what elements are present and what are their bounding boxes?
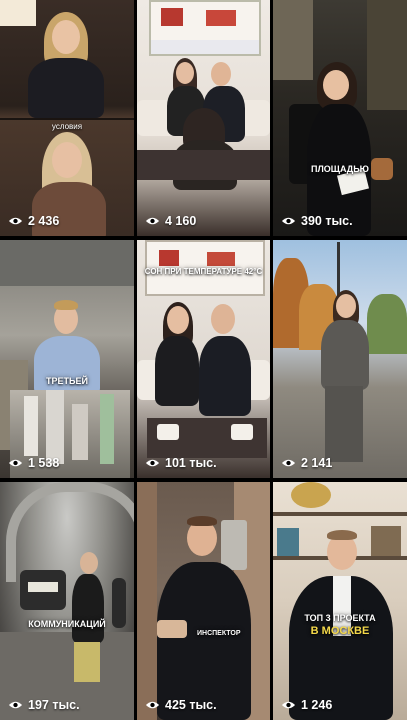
jacket (157, 562, 251, 720)
door-frame (137, 482, 157, 720)
jacket (321, 320, 369, 390)
reel-thumbnail (0, 482, 134, 720)
overlay-text: условия (51, 122, 83, 131)
table (137, 150, 270, 180)
reel-thumbnail (0, 0, 134, 236)
caption: сон при температуре 42°C (144, 267, 263, 276)
eye-icon (145, 701, 160, 709)
view-count: 101 тыс. (145, 456, 217, 470)
reel-tile-5[interactable]: сон при температуре 42°C 101 тыс. (137, 240, 270, 478)
reel-tile-6[interactable]: 2 141 (273, 240, 407, 478)
hair (187, 516, 217, 526)
reel-tile-1[interactable]: условия 2 436 (0, 0, 134, 236)
view-count: 1 538 (8, 456, 59, 470)
face (211, 304, 235, 334)
vaulted-ceiling (6, 482, 134, 582)
face (323, 70, 349, 100)
shirt (34, 336, 100, 396)
face (176, 62, 194, 84)
caption: третьей (46, 376, 88, 386)
jacket (199, 336, 251, 416)
reel-tile-2[interactable]: 4 160 (137, 0, 270, 236)
eye-icon (281, 459, 296, 467)
view-count: 4 160 (145, 214, 196, 228)
caption: коммуникаций (28, 619, 106, 629)
view-count-label: 1 246 (301, 698, 333, 712)
view-count: 2 141 (281, 456, 332, 470)
decor-plate (291, 482, 331, 508)
building (273, 0, 313, 80)
reel-thumbnail (137, 482, 270, 720)
caption-accent: в москве (310, 624, 370, 637)
reel-tile-9[interactable]: топ 3 проекта в москве 1 246 (273, 482, 407, 720)
caption: инспектор (197, 630, 241, 637)
view-count-label: 101 тыс. (165, 456, 217, 470)
face (52, 142, 82, 178)
metro-train (20, 570, 66, 610)
boiler (221, 520, 247, 570)
vase (371, 526, 401, 556)
view-count-label: 2 141 (301, 456, 333, 470)
eye-icon (281, 217, 296, 225)
trousers (74, 642, 100, 682)
face (52, 20, 80, 54)
frame-divider (0, 118, 134, 120)
coat (72, 574, 104, 644)
caption-block: топ 3 проекта в москве (273, 613, 407, 637)
face (211, 62, 231, 86)
face (336, 294, 356, 318)
reel-tile-4[interactable]: третьей 1 538 (0, 240, 134, 478)
jacket (28, 58, 104, 118)
view-count: 390 тыс. (281, 214, 353, 228)
lamp-light (0, 0, 36, 26)
hair (327, 530, 357, 540)
reel-thumbnail (137, 0, 270, 236)
ceiling (0, 240, 134, 286)
reel-thumbnail (0, 240, 134, 478)
view-count-label: 390 тыс. (301, 214, 353, 228)
trousers (325, 386, 363, 462)
eye-icon (281, 701, 296, 709)
view-count: 425 тыс. (145, 698, 217, 712)
eye-icon (8, 217, 23, 225)
view-count-label: 425 тыс. (165, 698, 217, 712)
reel-tile-8[interactable]: инспектор 425 тыс. (137, 482, 270, 720)
book (277, 528, 299, 556)
tree (367, 294, 407, 354)
eye-icon (8, 459, 23, 467)
view-count: 2 436 (8, 214, 59, 228)
reel-tile-3[interactable]: площадью 390 тыс. (273, 0, 407, 236)
hands (157, 620, 187, 638)
view-count-label: 1 538 (28, 456, 60, 470)
coffee-table (147, 418, 267, 458)
face (167, 306, 189, 334)
view-count: 1 246 (281, 698, 332, 712)
shelf (273, 512, 407, 516)
face (80, 552, 98, 574)
view-count-label: 197 тыс. (28, 698, 80, 712)
wall-painting (149, 0, 261, 56)
caption: топ 3 проекта (304, 613, 376, 623)
reel-thumbnail (273, 482, 407, 720)
view-count-label: 2 436 (28, 214, 60, 228)
view-count-label: 4 160 (165, 214, 197, 228)
reel-thumbnail (273, 0, 407, 236)
jacket (155, 336, 199, 406)
reel-thumbnail (273, 240, 407, 478)
caption: площадью (311, 164, 369, 174)
reels-grid: условия 2 436 4 160 ПЛОЩАДЬЮ 390 тыс. ТР… (0, 0, 407, 720)
view-count: 197 тыс. (8, 698, 80, 712)
eye-icon (8, 701, 23, 709)
building (367, 0, 407, 110)
hair (54, 300, 78, 310)
reel-tile-7[interactable]: коммуникаций 197 тыс. (0, 482, 134, 720)
eye-icon (145, 459, 160, 467)
eye-icon (145, 217, 160, 225)
